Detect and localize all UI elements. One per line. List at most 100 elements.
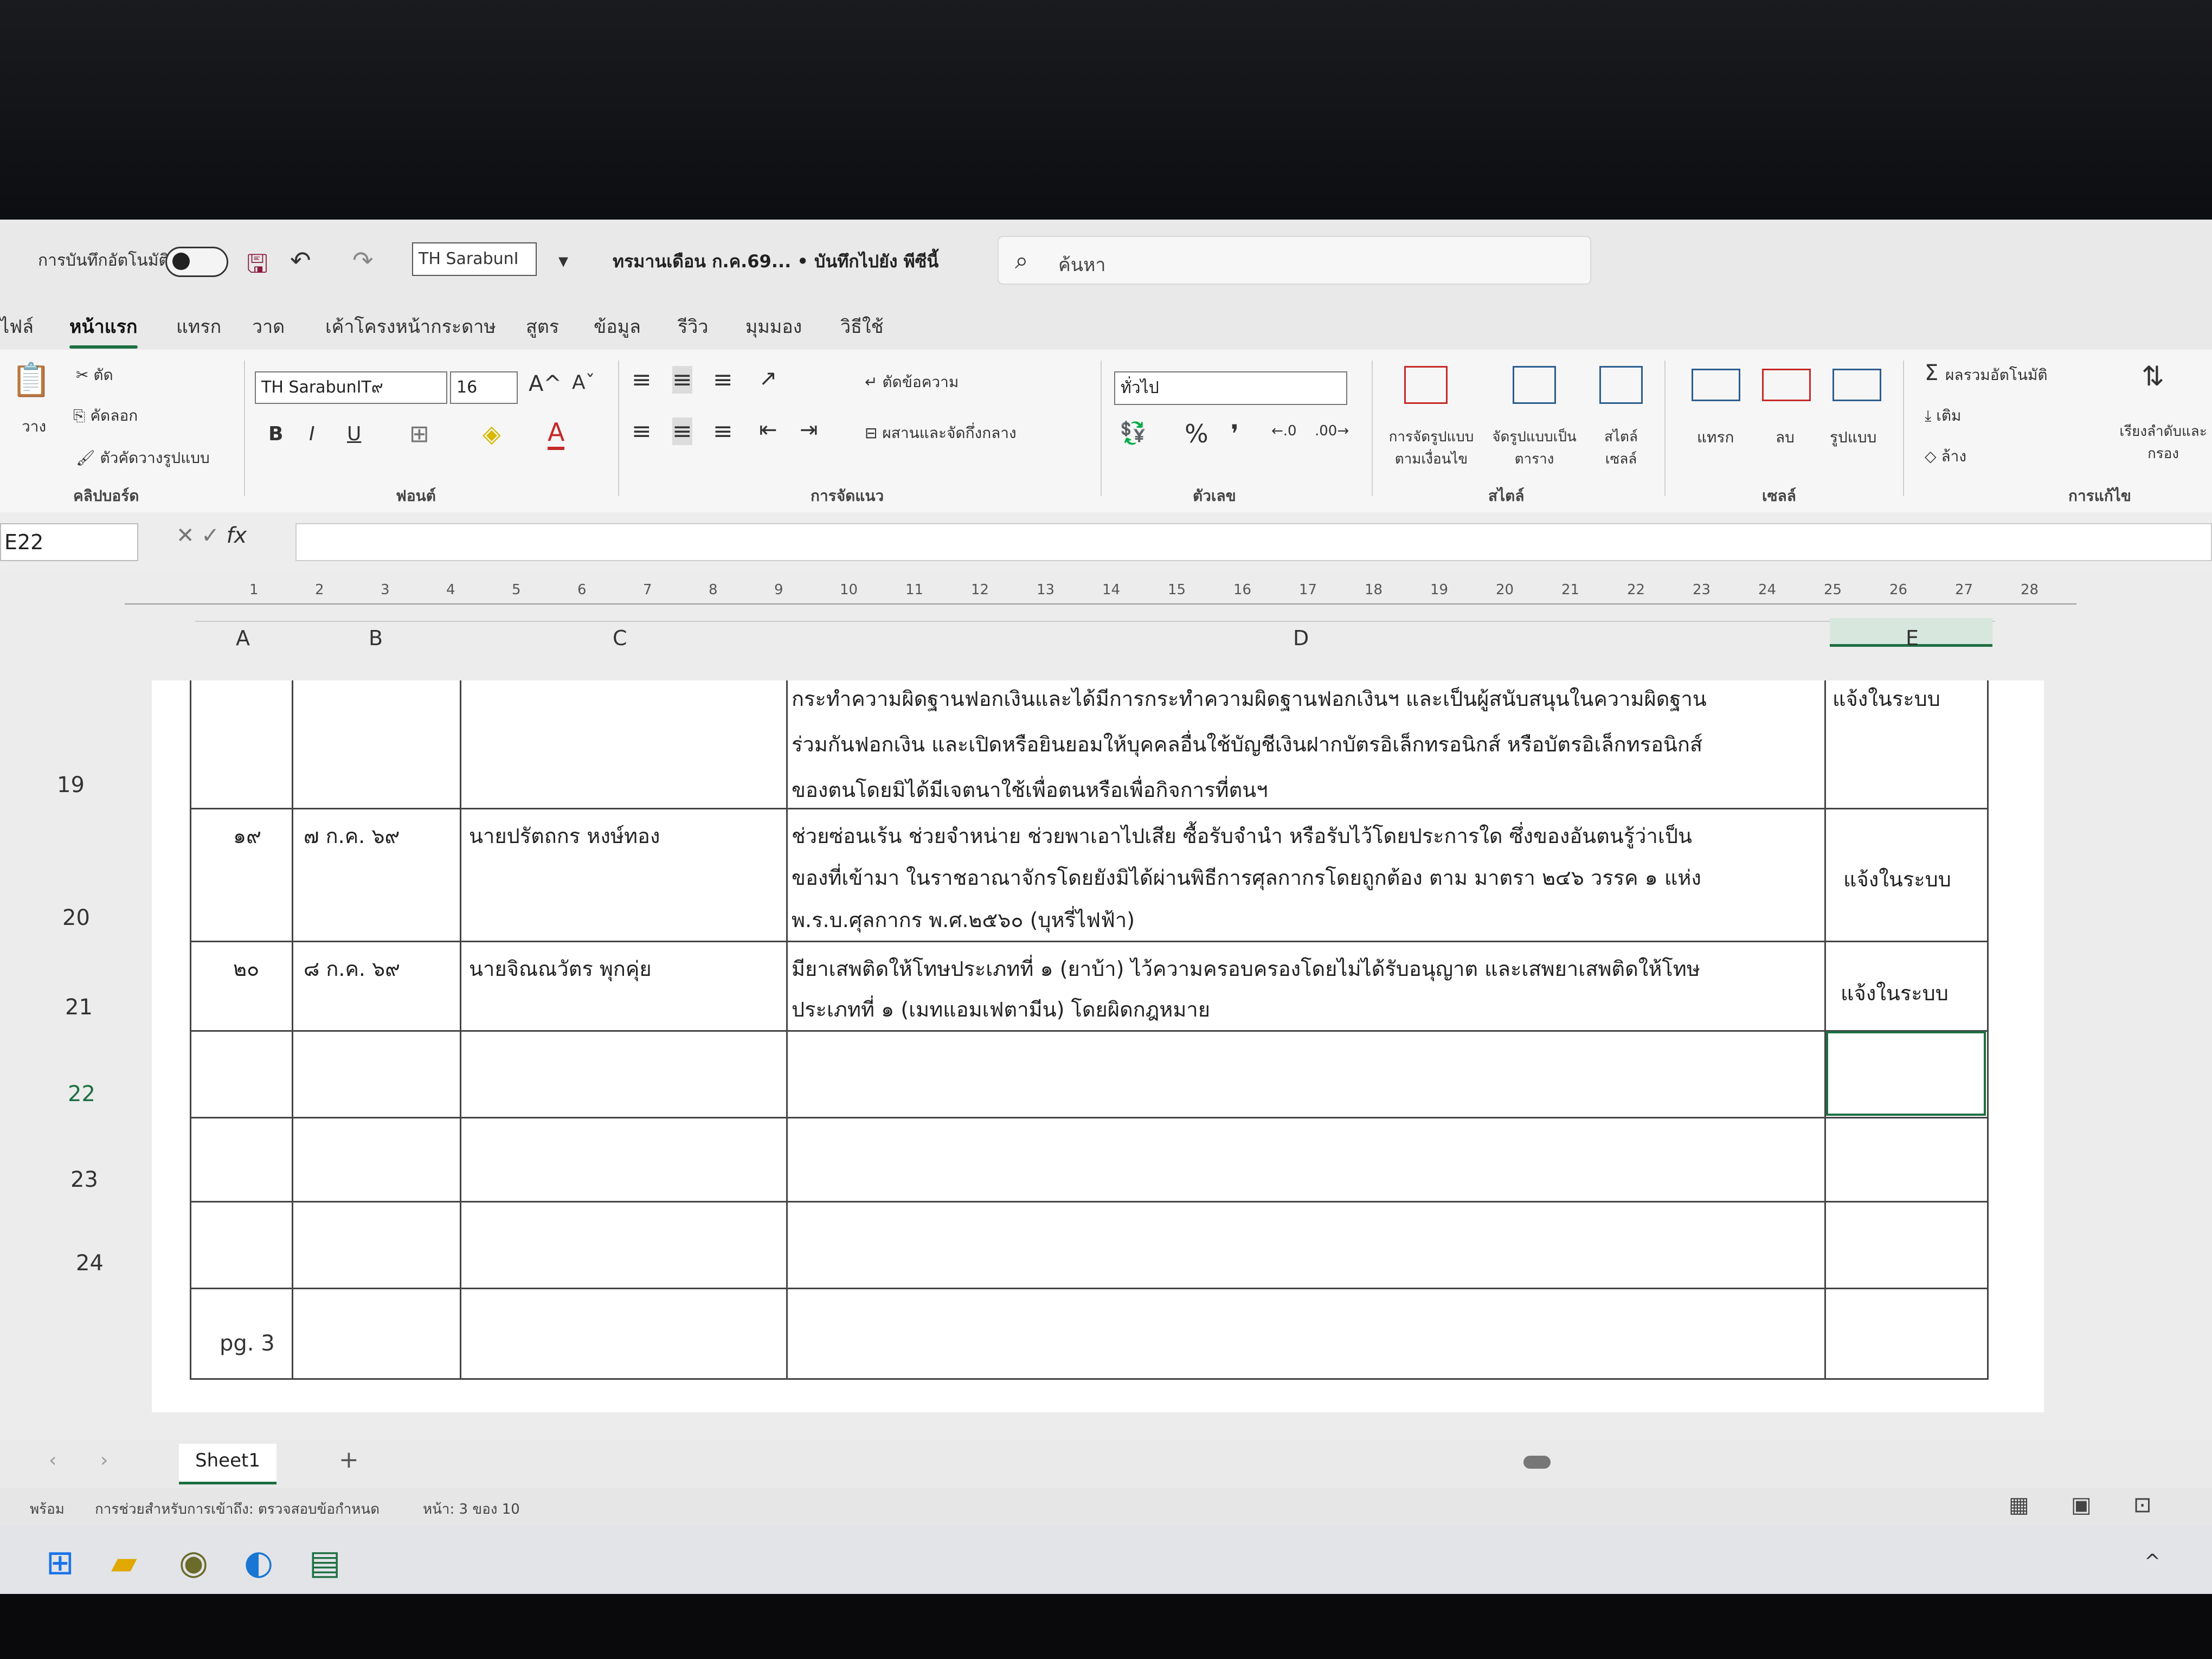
align-middle-icon[interactable]: ≡: [672, 366, 692, 394]
edge-browser-icon[interactable]: ◐: [244, 1542, 273, 1582]
cancel-icon[interactable]: ✕: [176, 523, 201, 548]
font-size-select[interactable]: 16: [450, 371, 518, 404]
tab-data[interactable]: ข้อมูล: [594, 312, 641, 341]
cell-b20[interactable]: ๗ ก.ค. ๖๙: [304, 813, 400, 859]
delete-cells-icon[interactable]: [1762, 369, 1811, 401]
align-top-icon[interactable]: ≡: [632, 366, 652, 394]
format-table-icon[interactable]: [1513, 366, 1556, 404]
accessibility-status[interactable]: การช่วยสำหรับการเข้าถึง: ตรวจสอบข้อกำหนด: [95, 1498, 380, 1520]
quick-font-select[interactable]: TH SarabunI: [412, 242, 537, 276]
format-cells-button[interactable]: รูปแบบ: [1830, 426, 1876, 449]
clear-button[interactable]: ◇ ล้าง: [1925, 445, 1966, 468]
italic-button[interactable]: I: [309, 423, 315, 445]
cell-e19[interactable]: แจ้งในระบบ: [1832, 676, 1940, 722]
underline-button[interactable]: U: [347, 423, 361, 445]
wrap-text-button[interactable]: ↵ ตัดข้อความ: [865, 370, 959, 394]
column-header-a[interactable]: A: [236, 626, 250, 650]
font-color-icon[interactable]: A: [548, 417, 565, 450]
cell-a21[interactable]: ๒๐: [233, 946, 259, 992]
insert-function-button[interactable]: fx: [226, 523, 247, 548]
orientation-icon[interactable]: ↗: [759, 366, 777, 391]
align-center-icon[interactable]: ≡: [672, 417, 692, 445]
decrease-indent-icon[interactable]: ⇤: [759, 417, 777, 442]
cell-d19-line1[interactable]: กระทำความผิดฐานฟอกเงินและได้มีการกระทำคว…: [792, 676, 1707, 722]
redo-icon[interactable]: ↷: [352, 246, 374, 275]
cell-d20-line3[interactable]: พ.ร.บ.ศุลกากร พ.ศ.๒๕๖๐ (บุหรี่ไฟฟ้า): [792, 897, 1135, 943]
shrink-font-button[interactable]: Aˇ: [572, 371, 595, 394]
conditional-format-button[interactable]: การจัดรูปแบบตามเงื่อนไข: [1377, 426, 1486, 470]
align-bottom-icon[interactable]: ≡: [713, 366, 733, 394]
column-header-e[interactable]: E: [1906, 626, 1919, 650]
paste-icon[interactable]: 📋: [11, 361, 52, 399]
windows-start-icon[interactable]: ⊞: [46, 1542, 74, 1582]
insert-cells-button[interactable]: แทรก: [1697, 426, 1734, 449]
bold-button[interactable]: B: [268, 423, 283, 445]
format-table-button[interactable]: จัดรูปแบบเป็นตาราง: [1488, 426, 1580, 470]
cell-c20[interactable]: นายปรัตถกร หงษ์ทอง: [469, 813, 660, 859]
enter-icon[interactable]: ✓: [201, 523, 226, 548]
increase-decimal-icon[interactable]: ←.0: [1271, 423, 1297, 439]
undo-icon[interactable]: ↶: [290, 246, 311, 275]
row-header-19[interactable]: 19: [57, 773, 85, 798]
prev-sheet-icon[interactable]: ‹: [49, 1449, 56, 1471]
cell-d20-line1[interactable]: ช่วยซ่อนเร้น ช่วยจำหน่าย ช่วยพาเอาไปเสีย…: [792, 813, 1692, 859]
row-header-20[interactable]: 20: [62, 905, 90, 930]
normal-view-icon[interactable]: ▦: [2009, 1493, 2029, 1517]
selected-cell-e22[interactable]: [1826, 1031, 1986, 1116]
cell-d19-line3[interactable]: ของตนโดยมิได้มีเจตนาใช้เพื่อตนหรือเพื่อก…: [792, 767, 1268, 813]
cut-button[interactable]: ✂ ตัด: [76, 363, 113, 387]
cell-styles-button[interactable]: สไตล์เซลล์: [1591, 426, 1651, 470]
search-box[interactable]: ⌕ ค้นหา: [998, 236, 1591, 285]
cell-e20[interactable]: แจ้งในระบบ: [1843, 857, 1951, 902]
sort-filter-icon[interactable]: ⇅: [2142, 361, 2164, 392]
row-header-24[interactable]: 24: [76, 1251, 104, 1276]
sheet-tab-sheet1[interactable]: Sheet1: [179, 1444, 276, 1484]
conditional-format-icon[interactable]: [1404, 366, 1448, 404]
cell-d21-line2[interactable]: ประเภทที่ ๑ (เมทแอมเฟตามีน) โดยผิดกฎหมาย: [792, 987, 1210, 1032]
tab-view[interactable]: มุมมอง: [745, 312, 802, 341]
cell-d20-line2[interactable]: ของที่เข้ามา ในราชอาณาจักรโดยยังมิได้ผ่า…: [792, 855, 1701, 901]
align-left-icon[interactable]: ≡: [632, 417, 652, 445]
next-sheet-icon[interactable]: ›: [100, 1449, 108, 1471]
fill-color-icon[interactable]: ◈: [483, 420, 501, 448]
tab-insert[interactable]: แทรก: [176, 312, 221, 341]
row-header-22[interactable]: 22: [68, 1082, 95, 1107]
horizontal-scrollbar[interactable]: [1523, 1456, 1551, 1469]
page-layout-view-icon[interactable]: ▣: [2071, 1493, 2092, 1517]
tab-help[interactable]: วิธีใช้: [840, 312, 884, 341]
format-painter-button[interactable]: 🖌 ตัวคัดวางรูปแบบ: [76, 446, 210, 470]
row-header-21[interactable]: 21: [65, 995, 93, 1020]
number-format-select[interactable]: ทั่วไป: [1114, 371, 1347, 405]
increase-indent-icon[interactable]: ⇥: [800, 417, 818, 442]
tab-draw[interactable]: วาด: [252, 312, 285, 341]
cell-d19-line2[interactable]: ร่วมกันฟอกเงิน และเปิดหรือยินยอมให้บุคคล…: [792, 722, 1702, 767]
percent-button[interactable]: %: [1185, 419, 1208, 448]
accounting-format-icon[interactable]: 💱: [1120, 420, 1147, 446]
align-right-icon[interactable]: ≡: [713, 417, 733, 445]
document-title[interactable]: ทรมานเดือน ก.ค.69... • บันทึกไปยัง พีซีน…: [613, 248, 938, 275]
name-box[interactable]: E22: [0, 523, 138, 561]
tray-expand-icon[interactable]: ^: [2144, 1551, 2160, 1573]
insert-cells-icon[interactable]: [1692, 369, 1740, 401]
app-icon[interactable]: ◉: [179, 1542, 208, 1582]
column-header-b[interactable]: B: [369, 626, 383, 650]
cell-a20[interactable]: ๑๙: [233, 813, 261, 859]
tab-home[interactable]: หน้าแรก: [69, 312, 138, 349]
add-sheet-icon[interactable]: +: [339, 1446, 359, 1474]
borders-icon[interactable]: ⊞: [409, 420, 429, 448]
format-cells-icon[interactable]: [1832, 369, 1881, 401]
decrease-decimal-icon[interactable]: .00→: [1315, 423, 1349, 439]
merge-center-button[interactable]: ⊟ ผสานและจัดกึ่งกลาง: [865, 421, 1017, 445]
copy-button[interactable]: ⎘ คัดลอก: [73, 404, 138, 428]
paste-button[interactable]: วาง: [22, 415, 46, 439]
cell-d21-line1[interactable]: มียาเสพติดให้โทษประเภทที่ ๑ (ยาบ้า) ไว้ค…: [792, 946, 1700, 992]
column-header-d[interactable]: D: [1293, 626, 1309, 650]
cell-b21[interactable]: ๘ ก.ค. ๖๙: [304, 946, 400, 992]
grow-font-button[interactable]: A^: [529, 371, 562, 396]
tab-formulas[interactable]: สูตร: [526, 312, 559, 341]
column-header-c[interactable]: C: [613, 626, 627, 650]
autosave-toggle[interactable]: [165, 247, 228, 277]
formula-input[interactable]: [295, 523, 2212, 561]
row-header-23[interactable]: 23: [70, 1167, 98, 1192]
tab-page-layout[interactable]: เค้าโครงหน้ากระดาษ: [325, 312, 496, 341]
